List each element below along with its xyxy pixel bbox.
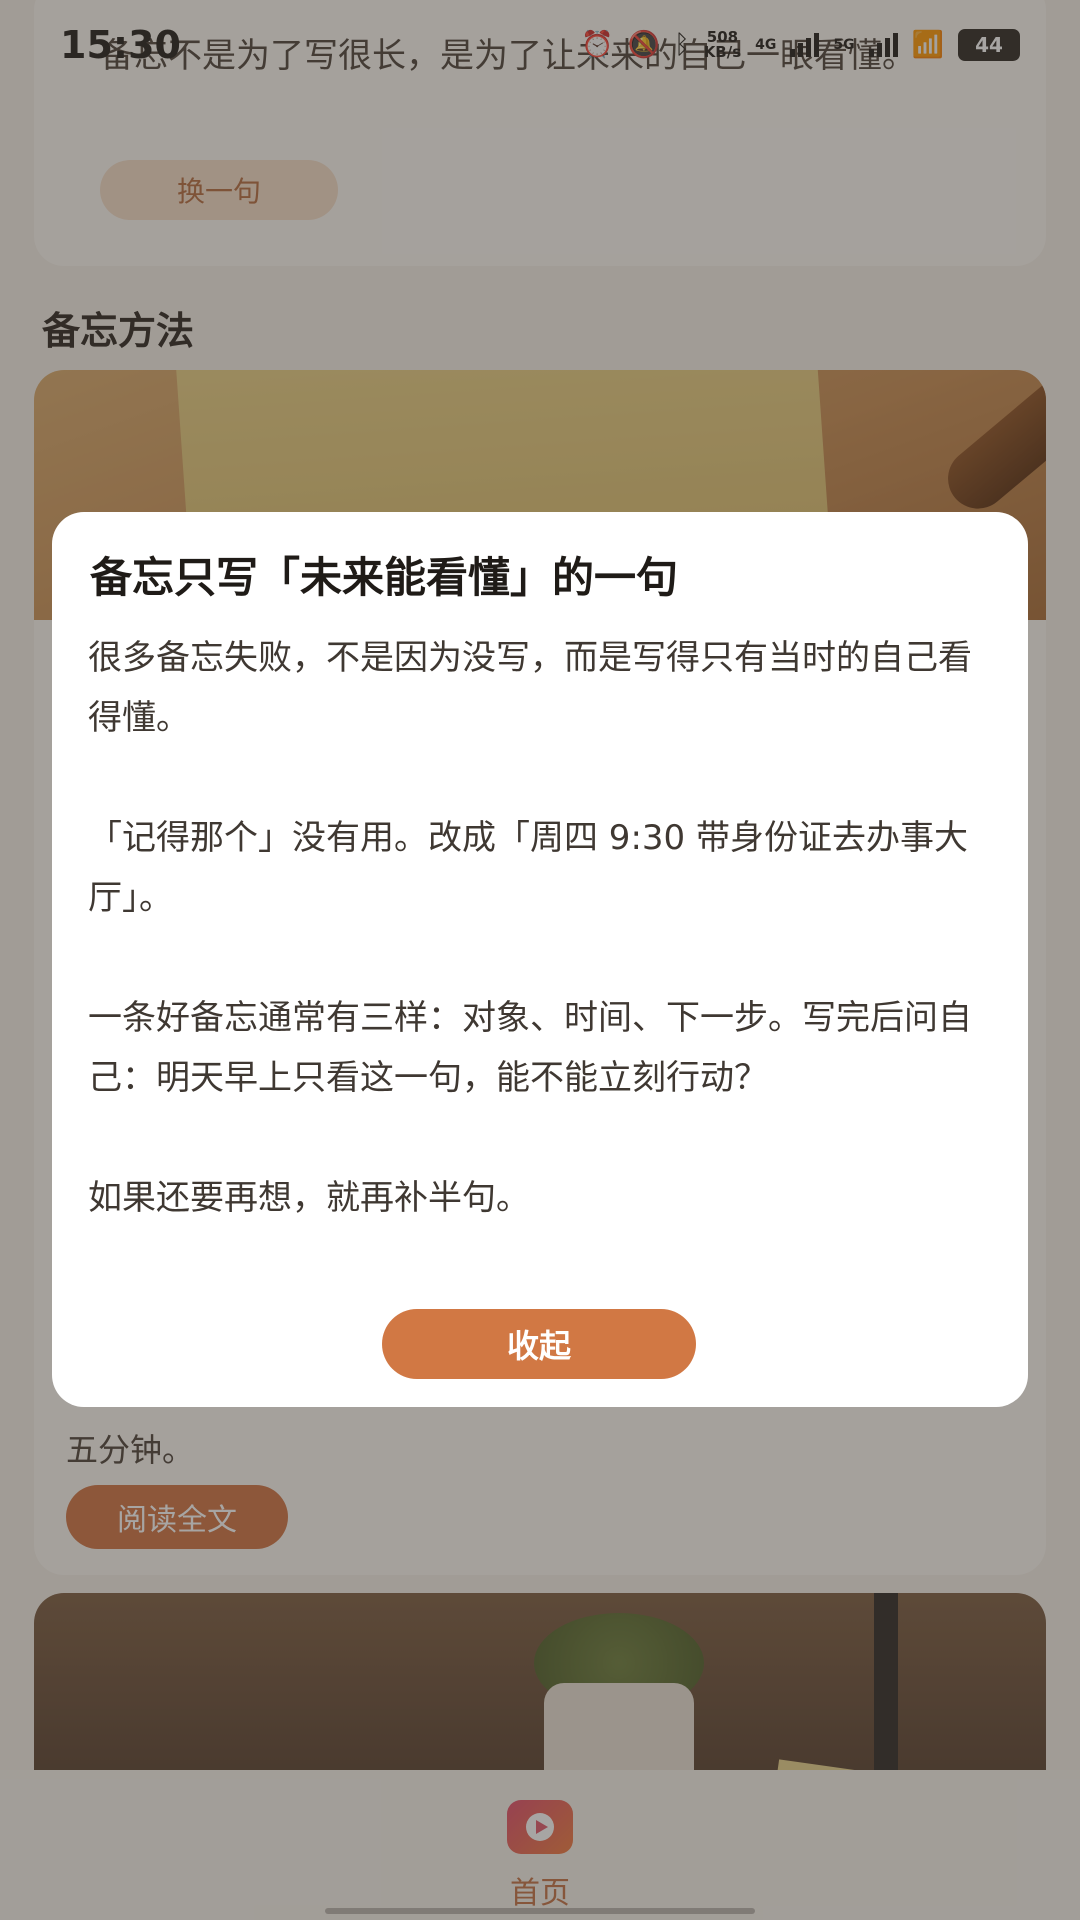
collapse-button[interactable]: 收起 — [382, 1309, 696, 1379]
dialog-paragraph: 如果还要再想，就再补半句。 — [88, 1178, 530, 1218]
dialog-paragraph: 很多备忘失败，不是因为没写，而是写得只有当时的自己看得懂。 — [88, 638, 972, 738]
dialog-body: 很多备忘失败，不是因为没写，而是写得只有当时的自己看得懂。 「记得那个」没有用。… — [88, 628, 992, 1228]
dialog-paragraph: 一条好备忘通常有三样：对象、时间、下一步。写完后问自己：明天早上只看这一句，能不… — [88, 998, 972, 1098]
tip-dialog: 备忘只写「未来能看懂」的一句 很多备忘失败，不是因为没写，而是写得只有当时的自己… — [52, 512, 1028, 1407]
dialog-paragraph: 「记得那个」没有用。改成「周四 9:30 带身份证去办事大厅」。 — [88, 818, 968, 918]
dialog-title: 备忘只写「未来能看懂」的一句 — [90, 553, 679, 602]
